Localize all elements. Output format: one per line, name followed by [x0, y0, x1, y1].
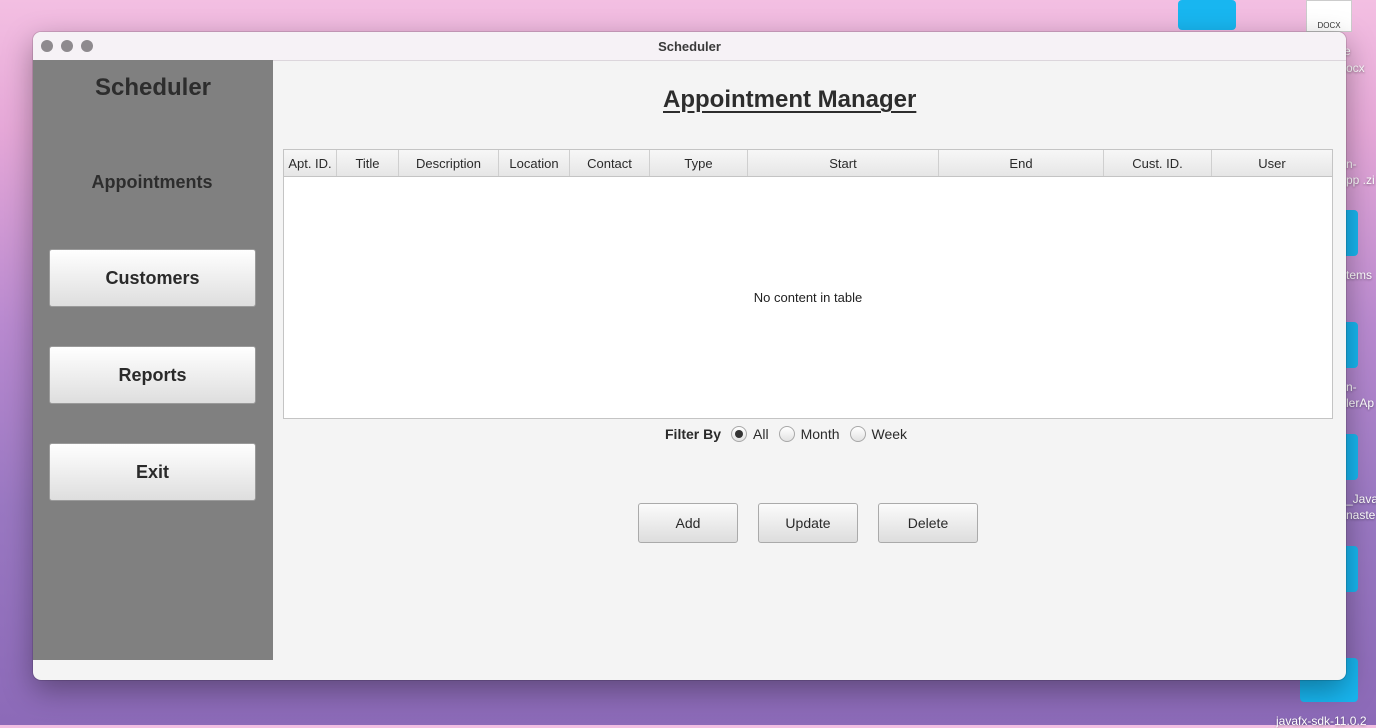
column-header-user[interactable]: User [1212, 150, 1332, 176]
exit-button[interactable]: Exit [49, 443, 256, 501]
filter-month-label: Month [800, 426, 840, 442]
filter-week-label: Week [871, 426, 908, 442]
customers-button[interactable]: Customers [49, 249, 256, 307]
sidebar: Scheduler Appointments Customers Reports… [33, 60, 273, 660]
filter-label: Filter By [665, 426, 722, 442]
radio-selected-dot [735, 430, 744, 438]
delete-button[interactable]: Delete [878, 503, 978, 543]
desktop-label: n- [1346, 157, 1357, 171]
table-empty-message: No content in table [753, 290, 863, 305]
sidebar-current-section: Appointments [91, 172, 213, 192]
column-header-location[interactable]: Location [499, 150, 570, 176]
column-header-title[interactable]: Title [337, 150, 399, 176]
window-title: Scheduler [658, 39, 721, 54]
column-header-apt-id[interactable]: Apt. ID. [284, 150, 337, 176]
desktop-label: lerAp [1346, 396, 1375, 410]
add-button[interactable]: Add [638, 503, 738, 543]
table-header: Apt. ID. Title Description Location Cont… [284, 150, 1332, 177]
filter-all-label: All [753, 426, 769, 442]
desktop-label: naste [1346, 508, 1376, 522]
filter-all-option[interactable]: All [731, 426, 769, 442]
desktop-folder-icon[interactable] [1178, 0, 1236, 30]
main-content: Appointment Manager Apt. ID. Title Descr… [273, 60, 1346, 680]
filter-month-option[interactable]: Month [778, 426, 840, 442]
filter-week-option[interactable]: Week [849, 426, 908, 442]
filter-week-radio[interactable] [849, 426, 866, 442]
column-header-type[interactable]: Type [650, 150, 748, 176]
desktop-label: tems [1346, 268, 1373, 282]
sidebar-title: Scheduler [94, 74, 212, 101]
desktop-label: javafx-sdk-11.0.2 [1276, 714, 1367, 728]
desktop-docx-badge: DOCX [1317, 21, 1341, 30]
update-button[interactable]: Update [758, 503, 858, 543]
scheduler-window: Scheduler Scheduler Appointments Custome… [33, 32, 1346, 680]
reports-button[interactable]: Reports [49, 346, 256, 404]
column-header-cust-id[interactable]: Cust. ID. [1104, 150, 1212, 176]
desktop-docx-file-icon[interactable]: DOCX [1306, 0, 1352, 32]
desktop-label: ocx [1346, 61, 1365, 75]
column-header-description[interactable]: Description [399, 150, 499, 176]
appointments-table[interactable]: Apt. ID. Title Description Location Cont… [283, 149, 1333, 419]
filter-bar: Filter By All Month Week [665, 426, 917, 442]
column-header-start[interactable]: Start [748, 150, 939, 176]
column-header-end[interactable]: End [939, 150, 1104, 176]
column-header-contact[interactable]: Contact [570, 150, 650, 176]
filter-all-radio[interactable] [731, 426, 748, 442]
title-bar[interactable]: Scheduler [33, 32, 1346, 61]
desktop-label: pp .zi [1346, 173, 1375, 187]
filter-month-radio[interactable] [778, 426, 795, 442]
page-title: Appointment Manager [663, 86, 917, 113]
desktop-label: _Java [1346, 492, 1376, 506]
desktop-label: n- [1346, 380, 1357, 394]
